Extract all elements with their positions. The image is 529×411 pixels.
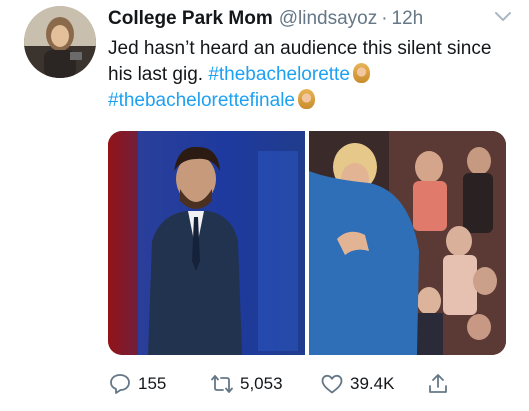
photo-right[interactable] xyxy=(309,131,506,355)
like-count: 39.4K xyxy=(350,374,395,393)
tweet-actions: 155 5,053 39.4K xyxy=(108,372,518,396)
tweet[interactable]: College Park Mom @lindsayoz · 12h Jed ha… xyxy=(0,0,529,411)
reply-icon xyxy=(110,374,130,394)
tweet-media[interactable] xyxy=(108,131,506,355)
retweet-button[interactable]: 5,053 xyxy=(210,372,283,396)
man-in-suit-image xyxy=(108,131,305,355)
share-button[interactable] xyxy=(426,372,450,396)
bride-emoji-icon xyxy=(297,89,315,109)
hug-audience-image xyxy=(309,131,506,355)
hashtag-thebachelorettefinale[interactable]: #thebachelorettefinale xyxy=(108,90,295,111)
display-name[interactable]: College Park Mom xyxy=(108,8,273,30)
bride-emoji-icon xyxy=(352,63,370,83)
like-button[interactable]: 39.4K xyxy=(320,372,394,396)
timestamp[interactable]: 12h xyxy=(392,8,424,30)
reply-button[interactable]: 155 xyxy=(108,372,166,396)
tweet-text: Jed hasn’t heard an audience this silent… xyxy=(108,36,518,114)
heart-icon xyxy=(321,374,343,394)
chevron-down-icon[interactable] xyxy=(493,10,513,24)
avatar-photo xyxy=(24,6,96,78)
avatar[interactable] xyxy=(24,6,96,78)
tweet-header: College Park Mom @lindsayoz · 12h xyxy=(108,8,509,34)
retweet-count: 5,053 xyxy=(240,374,283,393)
separator: · xyxy=(381,8,388,29)
retweet-icon xyxy=(211,375,233,393)
photo-left[interactable] xyxy=(108,131,305,355)
hashtag-thebachelorette[interactable]: #thebachelorette xyxy=(208,64,350,85)
reply-count: 155 xyxy=(138,374,167,393)
handle[interactable]: @lindsayoz xyxy=(279,8,378,30)
share-icon xyxy=(429,374,447,393)
